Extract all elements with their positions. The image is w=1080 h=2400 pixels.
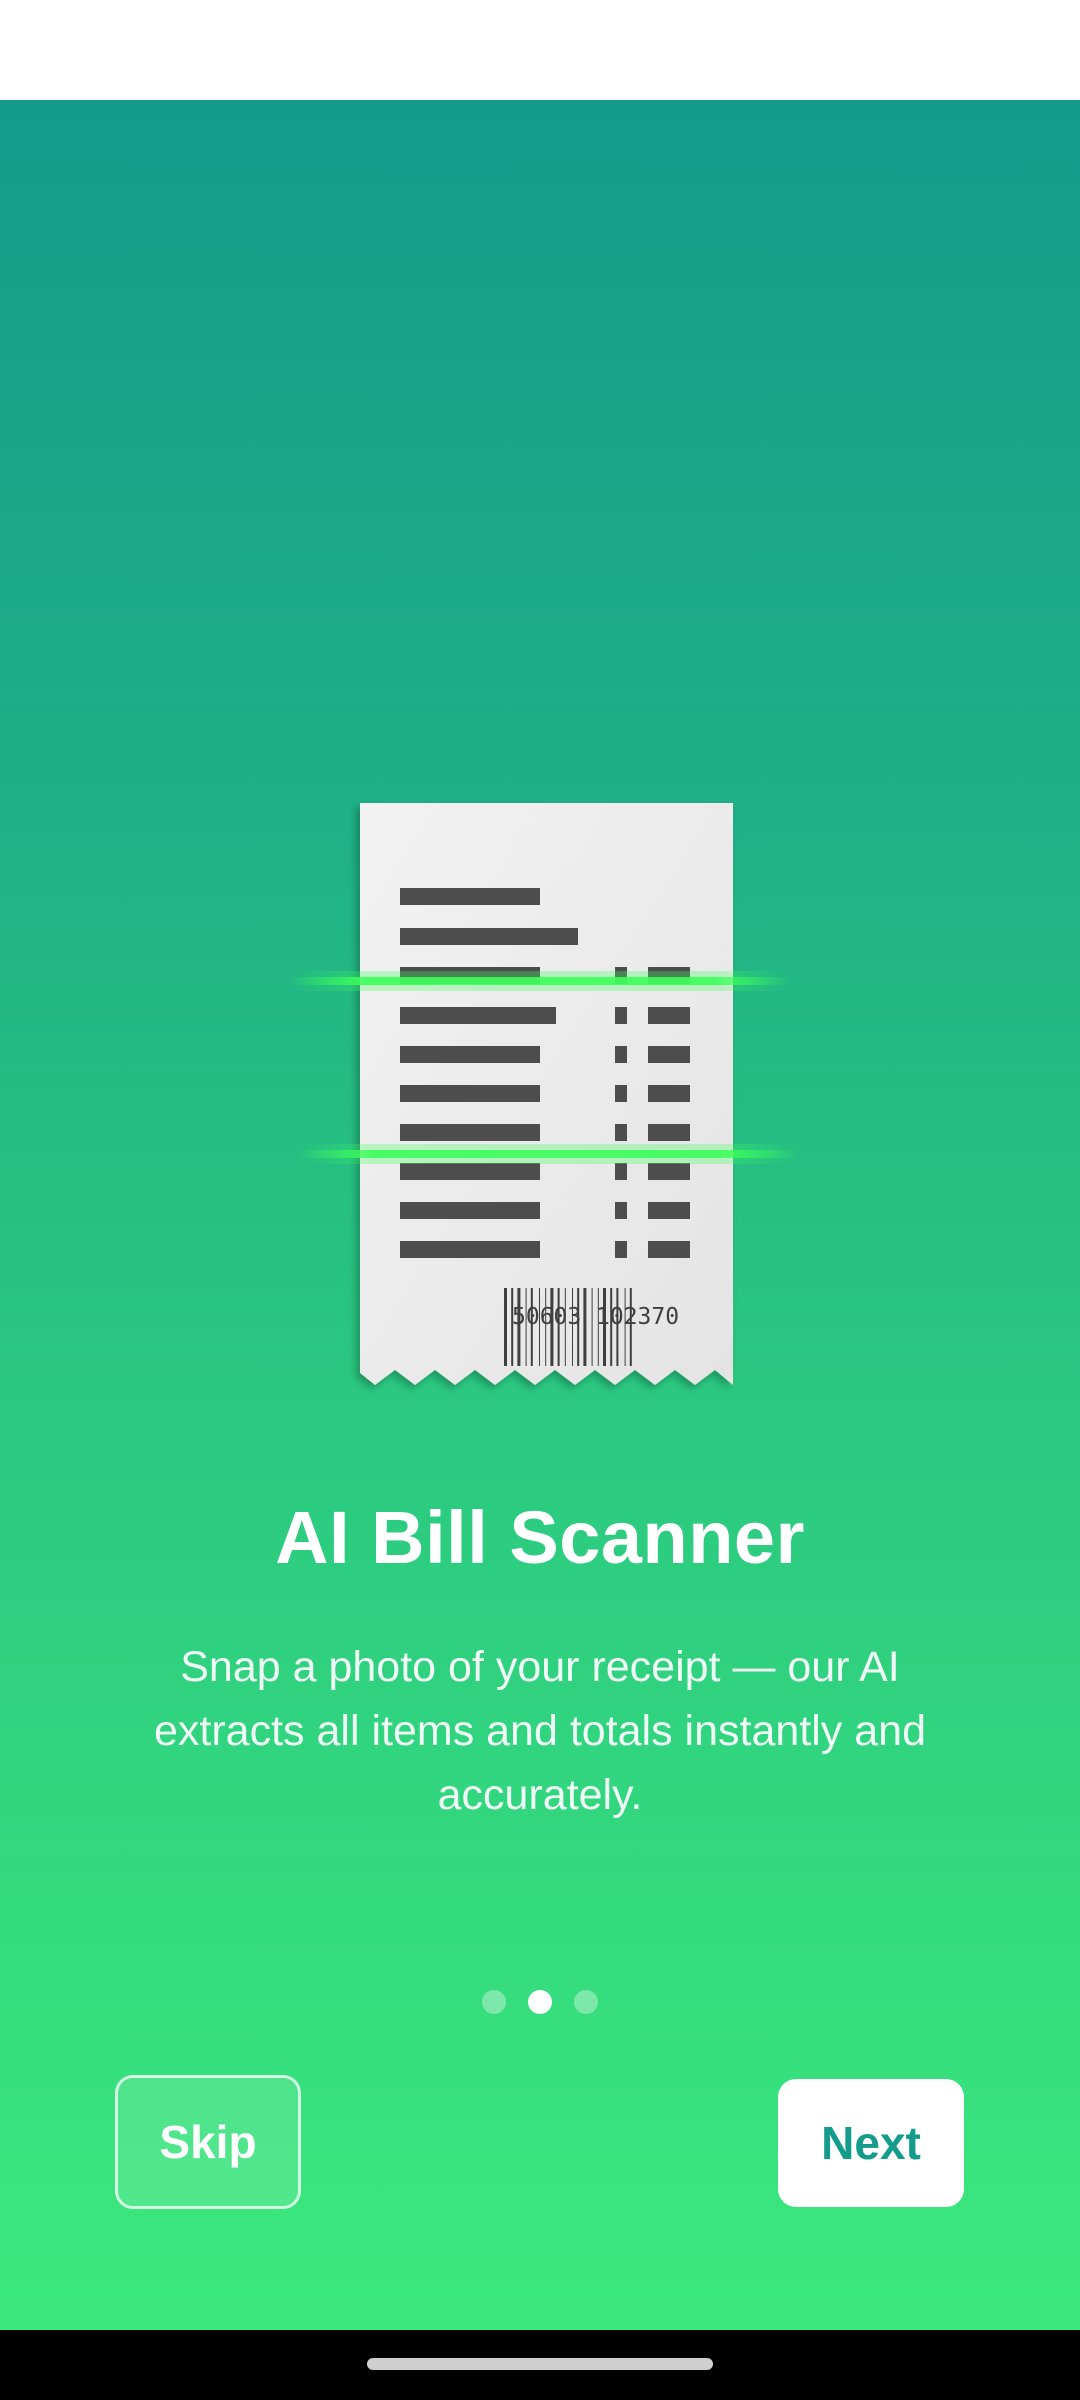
onboarding-screen: 50603 102370 AI Bill Scanner Snap a phot… [0, 100, 1080, 2330]
receipt-barcode-right: 102370 [596, 1304, 679, 1330]
onboarding-description: Snap a photo of your receipt — our AI ex… [154, 1643, 926, 1819]
onboarding-title: AI Bill Scanner [275, 1496, 805, 1579]
receipt-icon: 50603 102370 [290, 803, 798, 1385]
receipt-scan-illustration: 50603 102370 [280, 690, 800, 1410]
receipt-barcode-left: 50603 [512, 1304, 581, 1330]
home-gesture-handle[interactable] [367, 2358, 713, 2370]
skip-button[interactable]: Skip [115, 2075, 301, 2209]
page-dot-1[interactable] [482, 1990, 506, 2014]
system-navigation-bar [0, 2330, 1080, 2400]
page-dot-2-active[interactable] [528, 1990, 552, 2014]
page-indicator [0, 1990, 1080, 2014]
skip-label: Skip [159, 2116, 257, 2168]
next-label: Next [821, 2117, 921, 2169]
page-dot-3[interactable] [574, 1990, 598, 2014]
status-bar [0, 0, 1080, 100]
next-button[interactable]: Next [778, 2079, 964, 2207]
